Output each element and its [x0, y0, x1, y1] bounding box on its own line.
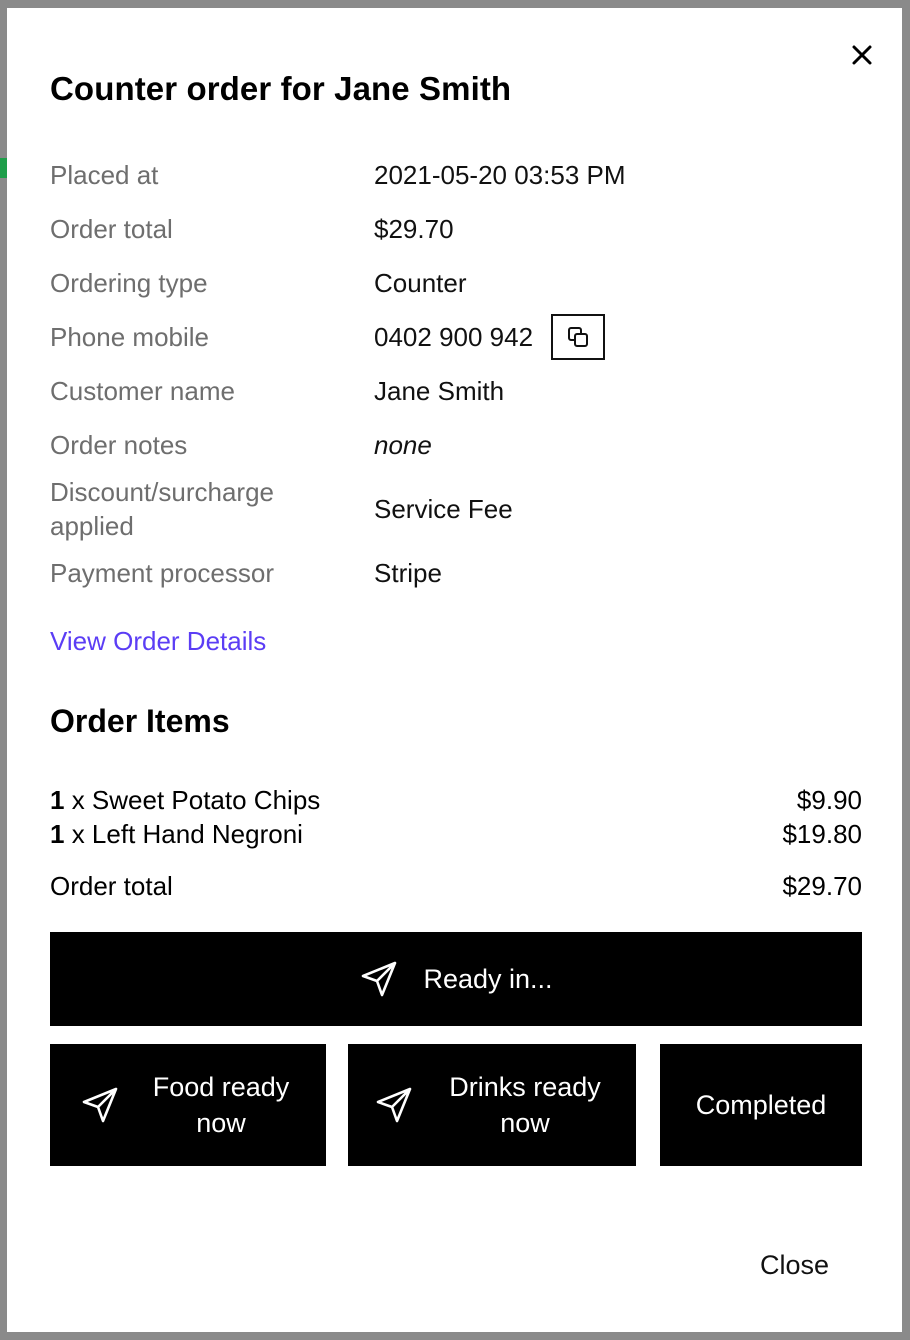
copy-phone-button[interactable]: [551, 314, 606, 360]
drinks-ready-button[interactable]: Drinks ready now: [348, 1044, 636, 1166]
order-items-list: 1 x Sweet Potato Chips $9.90 1 x Left Ha…: [50, 783, 862, 903]
discount-label-line2: applied: [50, 511, 134, 541]
item-description: 1 x Sweet Potato Chips: [50, 783, 320, 817]
order-notes-value: none: [374, 429, 432, 460]
phone-mobile-label: Phone mobile: [50, 322, 209, 352]
item-sep: x: [64, 785, 92, 815]
ready-in-label: Ready in...: [423, 964, 553, 994]
food-ready-label: Food ready now: [146, 1069, 296, 1141]
placed-at-label: Placed at: [50, 160, 159, 190]
row-discount: Discount/surcharge applied Service Fee: [50, 472, 870, 546]
ordering-type-value: Counter: [374, 267, 467, 298]
row-payment-processor: Payment processor Stripe: [50, 546, 870, 600]
row-order-notes: Order notes none: [50, 418, 870, 472]
drinks-ready-line2: now: [500, 1108, 550, 1138]
food-ready-line2: now: [196, 1108, 246, 1138]
item-price: $19.80: [782, 819, 862, 849]
paper-plane-icon: [359, 959, 399, 999]
item-qty: 1: [50, 785, 65, 815]
drinks-ready-label: Drinks ready now: [440, 1069, 610, 1141]
discount-value: Service Fee: [374, 493, 513, 524]
items-total-row: Order total $29.70: [50, 869, 862, 903]
discount-label: Discount/surcharge applied: [50, 475, 374, 543]
ordering-type-label: Ordering type: [50, 268, 208, 298]
item-name: Left Hand Negroni: [91, 819, 303, 849]
completed-label: Completed: [695, 1090, 827, 1120]
order-info: Placed at 2021-05-20 03:53 PM Order tota…: [50, 148, 870, 600]
background-accent: [0, 158, 7, 178]
items-total-label: Order total: [50, 871, 173, 901]
placed-at-value: 2021-05-20 03:53 PM: [374, 159, 626, 190]
drinks-ready-line1: Drinks ready: [449, 1072, 601, 1102]
customer-name-value: Jane Smith: [374, 375, 505, 406]
item-name: Sweet Potato Chips: [91, 785, 321, 815]
payment-processor-label: Payment processor: [50, 558, 274, 588]
discount-label-line1: Discount/surcharge: [50, 477, 274, 507]
list-item: 1 x Left Hand Negroni $19.80: [50, 817, 862, 851]
order-items-heading: Order Items: [50, 703, 230, 739]
food-ready-button[interactable]: Food ready now: [50, 1044, 326, 1166]
item-price: $9.90: [796, 785, 862, 815]
order-modal: Counter order for Jane Smith Placed at 2…: [7, 8, 902, 1332]
row-phone-mobile: Phone mobile 0402 900 942: [50, 310, 870, 364]
row-order-total: Order total $29.70: [50, 202, 870, 256]
order-notes-label: Order notes: [50, 430, 188, 460]
order-total-value: $29.70: [374, 213, 454, 244]
items-total-value: $29.70: [782, 871, 862, 901]
item-qty: 1: [50, 819, 65, 849]
close-icon-glyph: [852, 45, 872, 65]
customer-name-label: Customer name: [50, 376, 235, 406]
paper-plane-icon: [374, 1085, 414, 1125]
row-placed-at: Placed at 2021-05-20 03:53 PM: [50, 148, 870, 202]
completed-button[interactable]: Completed: [660, 1044, 862, 1166]
view-order-details-link[interactable]: View Order Details: [50, 626, 266, 657]
close-button[interactable]: Close: [760, 1250, 829, 1281]
row-customer-name: Customer name Jane Smith: [50, 364, 870, 418]
item-sep: x: [64, 819, 92, 849]
order-total-label: Order total: [50, 214, 173, 244]
phone-mobile-value: 0402 900 942: [374, 321, 534, 352]
copy-icon: [568, 327, 589, 347]
food-ready-line1: Food ready: [152, 1072, 290, 1102]
list-item: 1 x Sweet Potato Chips $9.90: [50, 783, 862, 817]
modal-title: Counter order for Jane Smith: [50, 70, 512, 107]
close-icon[interactable]: [845, 38, 879, 72]
ready-in-button[interactable]: Ready in...: [50, 932, 862, 1026]
paper-plane-icon: [80, 1085, 120, 1125]
item-description: 1 x Left Hand Negroni: [50, 817, 303, 851]
row-ordering-type: Ordering type Counter: [50, 256, 870, 310]
payment-processor-value: Stripe: [374, 557, 442, 588]
